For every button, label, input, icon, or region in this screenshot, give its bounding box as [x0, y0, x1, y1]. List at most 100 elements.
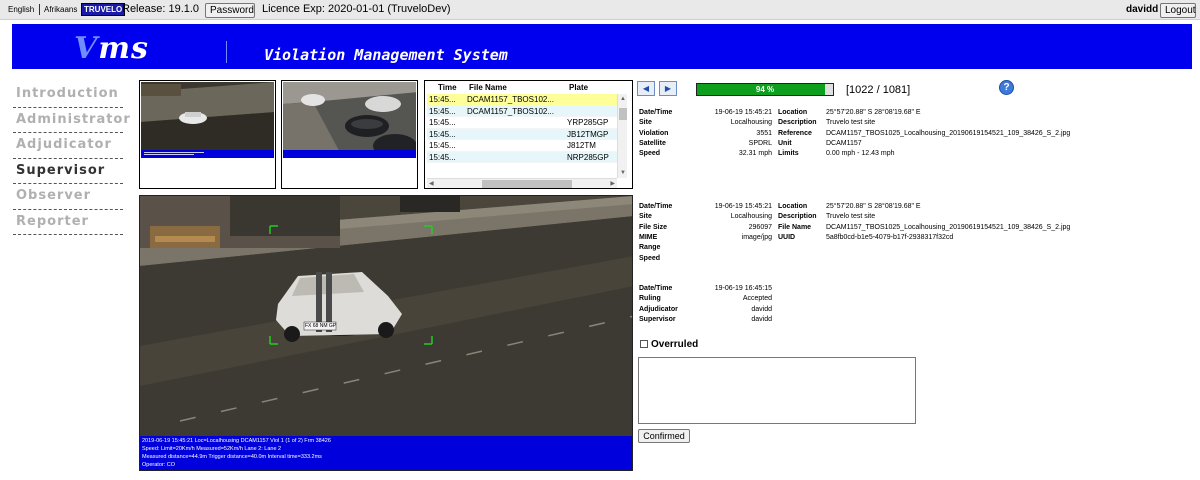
list-vertical-scrollbar[interactable]: ▲ ▼ — [617, 94, 627, 178]
previous-record-button[interactable]: ◀ — [637, 81, 655, 96]
overlay-line-4: Operator: CO — [142, 462, 176, 468]
row-plate: NRP285GP — [567, 152, 609, 162]
top-bar: English Afrikaans TRUVELO Release: 19.1.… — [0, 0, 1200, 20]
info-label: Unit — [778, 139, 792, 147]
row-file-name: DCAM1157_TBOS102... — [467, 95, 555, 104]
record-counter: [1022 / 1081] — [846, 84, 911, 96]
scroll-right-arrow-icon[interactable]: ▶ — [610, 180, 615, 188]
role-sidebar: Introduction Administrator Adjudicator S… — [13, 82, 130, 235]
truvelo-logo: TRUVELO — [81, 3, 126, 16]
ruling-info: Date/Time 19-06-19 16:45:15 Ruling Accep… — [639, 284, 779, 328]
password-button[interactable]: Password — [205, 3, 255, 18]
list-horizontal-scrollbar[interactable]: ◀ ▶ — [427, 178, 617, 188]
sidebar-item-adjudicator[interactable]: Adjudicator — [13, 133, 123, 159]
info-value: davidd — [751, 305, 772, 313]
thumbnail-frame-2[interactable] — [281, 80, 418, 189]
table-row[interactable]: 15:45... YRP285GP — [427, 117, 617, 129]
info-value: 32.31 mph — [738, 150, 772, 158]
info-value: Truvelo test site — [826, 119, 876, 127]
sidebar-item-reporter[interactable]: Reporter — [13, 210, 123, 235]
column-header-time[interactable]: Time — [438, 83, 457, 92]
table-row[interactable]: 15:45... DCAM1157_TBOS102... — [427, 105, 617, 117]
vms-logo: Vms — [74, 31, 149, 66]
column-header-plate[interactable]: Plate — [569, 83, 588, 92]
info-label: MIME — [639, 233, 658, 241]
list-header: Time File Name Plate — [425, 83, 625, 94]
sidebar-item-supervisor[interactable]: Supervisor — [13, 159, 123, 184]
info-label: Adjudicator — [639, 305, 678, 313]
info-value: 19-06-19 16:45:15 — [714, 285, 772, 292]
info-label: Site — [639, 213, 652, 221]
violation-image[interactable]: FX 68 NM GP 2019-06-19 15:45:21 Loc=Loca… — [139, 195, 633, 471]
next-record-button[interactable]: ▶ — [659, 81, 677, 96]
info-value: Accepted — [742, 295, 772, 303]
scroll-left-arrow-icon[interactable]: ◀ — [429, 180, 434, 188]
overlay-line-1: 2019-06-19 15:45:21 Loc=Localhousing DCA… — [142, 438, 331, 444]
info-label: File Size — [639, 223, 668, 231]
username-label: davidd — [1126, 4, 1159, 15]
row-file-name: DCAM1157_TBOS102... — [467, 106, 555, 116]
license-plate-text: FX 68 NM GP — [305, 323, 337, 329]
info-label: UUID — [778, 233, 796, 241]
row-time: 15:45... — [429, 152, 456, 162]
overlay-line-3: Measured distance=44.9m Trigger distance… — [142, 454, 322, 460]
info-value: 19-06-19 15:45:21 — [714, 109, 772, 116]
scroll-up-arrow-icon[interactable]: ▲ — [620, 95, 626, 103]
sidebar-item-administrator[interactable]: Administrator — [13, 108, 130, 133]
info-value: 19-06-19 15:45:21 — [714, 203, 772, 210]
info-label: Date/Time — [639, 285, 673, 292]
logout-button[interactable]: Logout — [1160, 3, 1196, 18]
row-plate: JB12TMGP — [567, 129, 609, 139]
info-value: Localhousing — [730, 119, 772, 127]
info-value: DCAM1157 — [826, 139, 862, 147]
thumbnail-image-2 — [283, 82, 416, 158]
info-value: 5a8fb0cd-b1e5-4079-b17f-2938317f32cd — [826, 233, 954, 241]
row-plate: YRP285GP — [567, 118, 609, 127]
info-label: Site — [639, 119, 652, 127]
info-value: Localhousing — [730, 213, 772, 221]
thumbnail-image-1 — [141, 82, 274, 158]
info-value: 3551 — [756, 129, 772, 137]
info-label: Range — [639, 244, 661, 252]
notes-textarea[interactable] — [638, 357, 916, 424]
info-value: 296097 — [748, 223, 772, 231]
licence-expiry: Licence Exp: 2020-01-01 (TruveloDev) — [262, 3, 451, 15]
info-label: Ruling — [639, 295, 661, 303]
info-label: Date/Time — [639, 109, 673, 116]
table-row[interactable]: 15:45... NRP285GP — [427, 151, 617, 163]
vertical-scroll-thumb[interactable] — [619, 108, 627, 120]
overruled-checkbox[interactable] — [640, 340, 648, 348]
scroll-down-arrow-icon[interactable]: ▼ — [620, 169, 626, 177]
overlay-line-2: Speed: Limit=20Km/h Measured=52Km/h Lane… — [142, 446, 282, 452]
violation-list[interactable]: Time File Name Plate 15:45... DCAM1157_T… — [424, 80, 633, 189]
table-row[interactable]: 15:45... J812TM — [427, 140, 617, 152]
progress-percent: 94 % — [755, 85, 775, 94]
language-afrikaans-link[interactable]: Afrikaans — [44, 5, 77, 14]
horizontal-scroll-thumb[interactable] — [482, 180, 572, 188]
info-value: 25°57'20.88" S 28°08'19.68" E — [826, 109, 921, 116]
table-row[interactable]: 15:45... JB12TMGP — [427, 128, 617, 140]
info-label: Speed — [639, 254, 661, 262]
banner-divider — [226, 41, 227, 63]
row-time: 15:45... — [429, 106, 456, 116]
release-version: Release: 19.1.0 — [122, 3, 200, 15]
info-value: davidd — [751, 315, 772, 323]
help-icon[interactable]: ? — [999, 80, 1014, 95]
language-english-link[interactable]: English — [8, 5, 34, 14]
sidebar-item-observer[interactable]: Observer — [13, 184, 123, 210]
info-label: Supervisor — [639, 315, 676, 323]
table-row[interactable]: 15:45... DCAM1157_TBOS102... — [427, 94, 617, 106]
column-header-file-name[interactable]: File Name — [469, 83, 507, 92]
info-label: Location — [778, 109, 808, 116]
info-value: DCAM1157_TBOS1025_Localhousing_201906191… — [826, 223, 1071, 231]
info-value: image/jpg — [741, 233, 772, 241]
sidebar-item-introduction[interactable]: Introduction — [13, 82, 123, 108]
app-banner: Vms Violation Management System — [12, 24, 1192, 69]
confirmed-button[interactable]: Confirmed — [638, 429, 690, 443]
info-value: 25°57'20.88" S 28°08'19.68" E — [826, 203, 921, 210]
info-value: SPDRL — [748, 139, 772, 147]
info-value: DCAM1157_TBOS1025_Localhousing_201906191… — [826, 129, 1071, 137]
overruled-option[interactable]: Overruled — [640, 339, 698, 350]
thumbnail-frame-1[interactable] — [139, 80, 276, 189]
language-separator — [39, 4, 40, 15]
